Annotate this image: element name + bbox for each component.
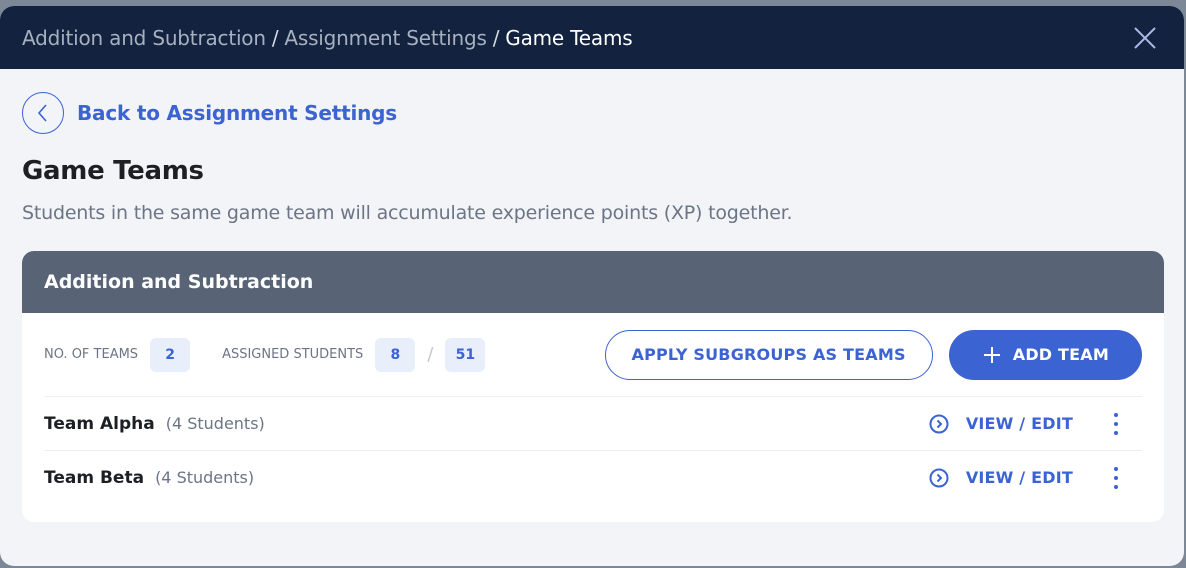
more-options-button[interactable] xyxy=(1106,410,1126,437)
card-body: NO. OF TEAMS 2 ASSIGNED STUDENTS 8 / 51 … xyxy=(22,313,1164,522)
teams-count-label: NO. OF TEAMS xyxy=(44,347,139,362)
assigned-students-label: ASSIGNED STUDENTS xyxy=(222,347,364,362)
more-vertical-icon xyxy=(1114,466,1118,471)
more-vertical-icon xyxy=(1114,412,1118,417)
page-description: Students in the same game team will accu… xyxy=(22,202,793,224)
team-name: Team Alpha xyxy=(44,413,155,434)
view-edit-button[interactable]: VIEW / EDIT xyxy=(929,414,1073,434)
game-teams-modal: Addition and Subtraction / Assignment Sett… xyxy=(0,6,1184,566)
card-title: Addition and Subtraction xyxy=(22,251,1164,313)
breadcrumb-current: Game Teams xyxy=(505,25,633,50)
more-options-button[interactable] xyxy=(1106,464,1126,491)
assigned-students-badge: 8 xyxy=(375,337,416,372)
modal-content: Back to Assignment Settings Game Teams S… xyxy=(0,92,1184,522)
team-student-count: (4 Students) xyxy=(165,414,265,433)
teams-card: Addition and Subtraction NO. OF TEAMS 2 … xyxy=(22,251,1164,522)
students-separator: / xyxy=(427,344,434,365)
breadcrumb-item-settings[interactable]: Assignment Settings xyxy=(284,26,487,50)
teams-count-badge: 2 xyxy=(150,337,191,372)
team-name: Team Beta xyxy=(44,467,145,488)
back-link-label[interactable]: Back to Assignment Settings xyxy=(77,101,397,125)
stats-toolbar: NO. OF TEAMS 2 ASSIGNED STUDENTS 8 / 51 … xyxy=(44,313,1142,397)
plus-icon xyxy=(983,346,1000,363)
view-edit-label: VIEW / EDIT xyxy=(965,468,1073,487)
close-button[interactable] xyxy=(1132,25,1158,51)
back-button-circle[interactable] xyxy=(22,92,64,134)
chevron-left-icon xyxy=(37,104,47,122)
back-to-assignment-settings-link[interactable]: Back to Assignment Settings xyxy=(22,92,397,134)
add-team-button[interactable]: ADD TEAM xyxy=(948,329,1142,380)
team-row: Team Beta (4 Students) VIEW / EDIT xyxy=(44,451,1142,504)
view-edit-button[interactable]: VIEW / EDIT xyxy=(929,468,1073,488)
team-row: Team Alpha (4 Students) VIEW / EDIT xyxy=(44,397,1142,451)
chevron-right-circle-icon xyxy=(929,414,949,433)
apply-subgroups-button[interactable]: APPLY SUBGROUPS AS TEAMS xyxy=(604,329,933,380)
breadcrumb-separator: / xyxy=(492,25,500,50)
chevron-right-circle-icon xyxy=(929,468,949,487)
total-students-badge: 51 xyxy=(445,337,486,372)
team-student-count: (4 Students) xyxy=(155,468,255,487)
close-icon xyxy=(1134,27,1156,49)
breadcrumb: Addition and Subtraction / Assignment Sett… xyxy=(22,25,633,50)
breadcrumb-item-assignment[interactable]: Addition and Subtraction xyxy=(22,26,266,50)
view-edit-label: VIEW / EDIT xyxy=(965,414,1073,433)
breadcrumb-separator: / xyxy=(271,25,279,50)
page-title: Game Teams xyxy=(22,156,204,186)
modal-header: Addition and Subtraction / Assignment Sett… xyxy=(0,6,1184,69)
add-team-label: ADD TEAM xyxy=(1012,345,1109,364)
